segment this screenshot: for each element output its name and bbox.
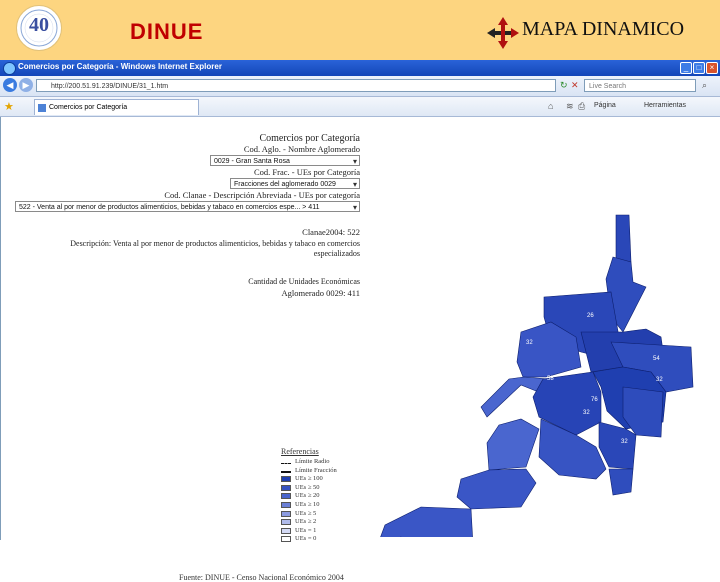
tools-menu[interactable]: Herramientas xyxy=(644,102,686,109)
maximize-button[interactable]: □ xyxy=(693,62,705,74)
map-legend: Referencias Límite Radio Límite Fracción U… xyxy=(281,447,337,544)
legend-item: UEs ≥ 5 xyxy=(281,510,337,519)
stop-icon[interactable]: ✕ xyxy=(571,80,579,91)
address-bar: ◀ ▶ http://200.51.91.239/DINUE/31_1.htm … xyxy=(0,76,720,97)
url-input[interactable]: http://200.51.91.239/DINUE/31_1.htm xyxy=(36,79,556,92)
legend-item: UEs = 1 xyxy=(281,527,337,536)
legend-item: UEs ≥ 100 xyxy=(281,475,337,484)
map-region[interactable] xyxy=(622,386,664,438)
map-region[interactable] xyxy=(456,468,537,510)
legend-label: UEs ≥ 20 xyxy=(295,492,320,500)
map-count-label: 32 xyxy=(621,439,628,445)
legend-swatch xyxy=(281,468,291,473)
legend-item: UEs ≥ 10 xyxy=(281,501,337,510)
map-count-label: 57 xyxy=(653,316,660,322)
legend-item: UEs ≥ 20 xyxy=(281,492,337,501)
map-count-label: 76 xyxy=(591,397,598,403)
map-count-label: 54 xyxy=(653,356,660,362)
page-menu[interactable]: Página xyxy=(594,102,616,109)
map-count-label: 58 xyxy=(547,376,554,382)
minimize-button[interactable]: _ xyxy=(680,62,692,74)
legend-swatch xyxy=(281,510,291,517)
feeds-icon[interactable]: ≋ xyxy=(566,101,574,112)
legend-swatch xyxy=(281,527,291,534)
window-title: Comercios por Categoría - Windows Intern… xyxy=(18,62,222,71)
legend-swatch xyxy=(281,459,291,464)
map-count-label: 32 xyxy=(656,377,663,383)
legend-swatch xyxy=(281,476,291,483)
map-count-label: 26 xyxy=(587,313,594,319)
tab-bar: ★ Comercios por Categoría ⌂ ≋ ⎙ Página H… xyxy=(0,97,720,117)
tab-comercios[interactable]: Comercios por Categoría xyxy=(34,99,199,115)
window-titlebar: Comercios por Categoría - Windows Intern… xyxy=(0,60,720,76)
close-button[interactable]: × xyxy=(706,62,718,74)
legend-label: UEs ≥ 2 xyxy=(295,518,317,526)
map-region[interactable] xyxy=(375,506,473,537)
count-label: Cod. Frac. - UEs por Categoría xyxy=(254,167,360,177)
print-icon[interactable]: ⎙ xyxy=(578,101,585,112)
legend-title: Referencias xyxy=(281,447,319,456)
fraction-select[interactable]: Fracciones del aglomerado 0029 xyxy=(230,178,360,190)
legend-label: UEs ≥ 10 xyxy=(295,500,320,508)
legend-label: Límite Radio xyxy=(295,458,330,465)
clanae-description: Descripción: Venta al por menor de produ… xyxy=(70,239,360,258)
legend-item: UEs ≥ 50 xyxy=(281,484,337,493)
map-count-label: 32 xyxy=(583,410,590,416)
tab-label: Comercios por Categoría xyxy=(49,104,128,111)
map-count-label: 32 xyxy=(401,501,408,507)
legend-label: Límite Fracción xyxy=(295,466,337,474)
source-note: Fuente: DINUE - Censo Nacional Económico… xyxy=(179,573,344,582)
legend-label: UEs ≥ 5 xyxy=(295,509,317,517)
search-input[interactable]: Live Search xyxy=(584,79,696,92)
forward-icon[interactable]: ▶ xyxy=(19,78,33,92)
search-icon[interactable]: ⌕ xyxy=(702,80,707,91)
legend-swatch xyxy=(281,519,291,526)
units-value: Aglomerado 0029: 411 xyxy=(281,288,360,298)
panel-title: Comercios por Categoría xyxy=(259,133,360,144)
clanae-label: Cod. Clanae - Descripción Abreviada - UE… xyxy=(164,190,360,200)
page-favicon-icon xyxy=(38,104,46,112)
anniversary-logo: 40 xyxy=(16,5,62,51)
clanae-select[interactable]: 522 - Venta al por menor de productos al… xyxy=(15,201,360,212)
brand-name: MAPA DINAMICO xyxy=(522,18,685,40)
legend-item: UEs ≥ 2 xyxy=(281,518,337,527)
ie-icon xyxy=(3,62,16,75)
map-region[interactable] xyxy=(598,421,637,470)
legend-swatch xyxy=(281,493,291,500)
map-region[interactable] xyxy=(486,418,540,471)
legend-label: UEs ≥ 50 xyxy=(295,483,320,491)
logo-40-text: 40 xyxy=(29,14,49,36)
refresh-icon[interactable]: ↻ xyxy=(560,80,568,91)
choropleth-map[interactable]: 327626573254583276323232 xyxy=(361,207,701,537)
agglo-select[interactable]: 0029 - Gran Santa Rosa xyxy=(210,155,360,167)
legend-item: Límite Fracción xyxy=(281,467,337,476)
legend-swatch xyxy=(281,484,291,491)
back-icon[interactable]: ◀ xyxy=(3,78,17,92)
agglo-label: Cod. Aglo. - Nombre Aglomerado xyxy=(243,144,360,154)
page-content: Comercios por Categoría Cod. Aglo. - Nom… xyxy=(0,117,720,582)
legend-label: UEs ≥ 100 xyxy=(295,475,323,483)
home-icon[interactable]: ⌂ xyxy=(548,101,553,111)
slide-title: DINUE xyxy=(130,19,204,44)
slide-header: 40 DINUE MAPA DINAMICO xyxy=(0,0,720,60)
compass-arrows-icon xyxy=(487,17,519,49)
legend-swatch xyxy=(281,501,291,508)
legend-item: Límite Radio xyxy=(281,458,337,467)
legend-label: UEs = 0 xyxy=(295,535,317,543)
legend-label: UEs = 1 xyxy=(295,526,317,534)
legend-swatch xyxy=(281,536,291,543)
favorites-star-icon[interactable]: ★ xyxy=(4,100,14,113)
map-count-label: 76 xyxy=(579,249,586,255)
map-region[interactable] xyxy=(608,468,634,496)
browser-window: Comercios por Categoría - Windows Intern… xyxy=(0,60,720,582)
map-count-label: 32 xyxy=(526,340,533,346)
units-label: Cantidad de Unidades Económicas xyxy=(248,277,360,286)
clanae-code: Clanae2004: 522 xyxy=(302,227,360,237)
